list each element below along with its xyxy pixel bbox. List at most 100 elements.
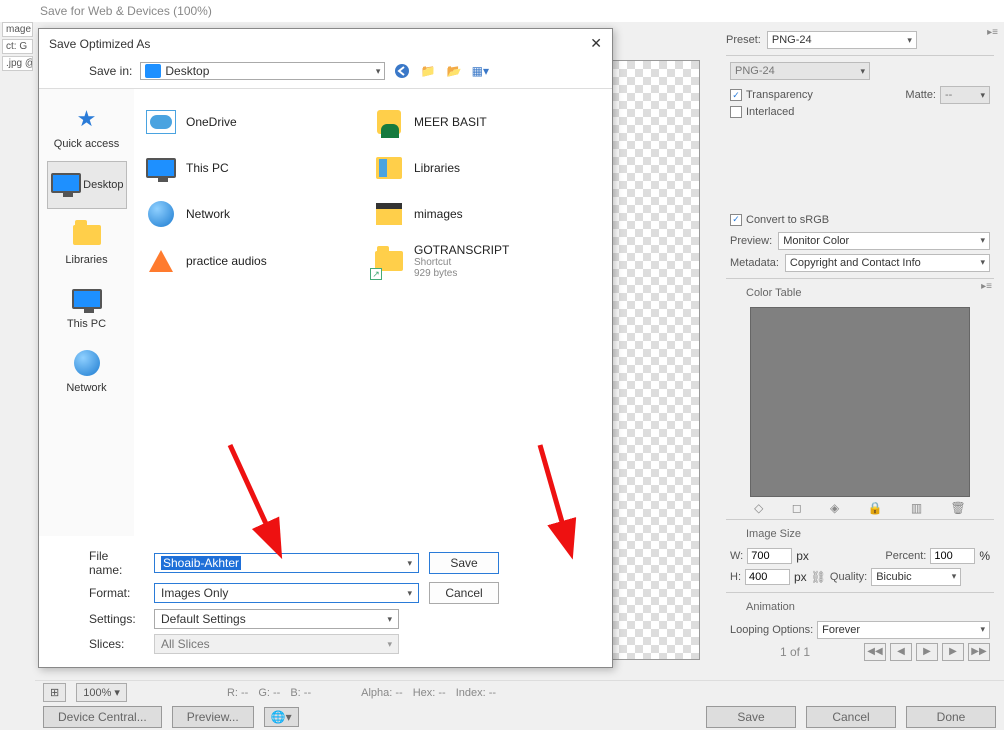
sidebar-item-desktop[interactable]: Desktop [47, 161, 127, 209]
prev-frame-button[interactable]: ◀ [890, 643, 912, 661]
star-icon: ★ [68, 104, 106, 134]
convert-srgb-checkbox[interactable]: ✓Convert to sRGB [730, 214, 829, 226]
stat-alpha: Alpha: -- [361, 687, 403, 699]
dialog-bottom: File name: Shoaib-Akhter▾ Save Format: I… [39, 536, 612, 667]
sidebar-item-label: Network [50, 382, 124, 394]
sidebar-item-this-pc[interactable]: This PC [47, 277, 127, 337]
view-menu-icon[interactable]: ▦▾ [471, 62, 489, 80]
stat-index: Index: -- [456, 687, 496, 699]
file-item[interactable]: This PC [144, 151, 364, 185]
left-strip-item: ct: G [2, 39, 33, 54]
new-folder-icon[interactable]: 📂 [445, 62, 463, 80]
file-label: MEER BASIT [414, 115, 487, 129]
left-strip-item: .jpg @ [2, 56, 33, 71]
frame-indicator: 1 of 1 [730, 645, 860, 659]
width-input[interactable] [747, 548, 792, 564]
save-in-label: Save in: [89, 64, 132, 78]
file-label: Network [186, 207, 230, 221]
settings-select[interactable]: Default Settings▾ [154, 609, 399, 629]
link-icon[interactable]: ⛓ [811, 570, 826, 584]
format-section: PNG-24▾ ✓Transparency Matte: --▾ Interla… [726, 55, 994, 278]
metadata-select[interactable]: Copyright and Contact Info▾ [785, 254, 990, 272]
sidebar-item-label: Libraries [50, 254, 124, 266]
ct-icon[interactable]: ◇ [754, 501, 763, 515]
user-icon [372, 105, 406, 139]
cancel-button-outer[interactable]: Cancel [806, 706, 896, 728]
dialog-title: Save Optimized As [49, 37, 150, 51]
save-in-select[interactable]: Desktop ▾ [140, 62, 385, 80]
annotation-arrow-save [530, 440, 600, 573]
height-input[interactable] [745, 569, 790, 585]
last-frame-button[interactable]: ▶▶ [968, 643, 990, 661]
color-table-menu-icon[interactable]: ▸≡ [981, 281, 992, 292]
settings-label: Settings: [49, 612, 144, 626]
cancel-button[interactable]: Cancel [429, 582, 499, 604]
file-item[interactable]: Libraries [372, 151, 592, 185]
zoom-select[interactable]: 100% ▾ [76, 683, 127, 702]
color-table-grid [750, 307, 970, 497]
done-button[interactable]: Done [906, 706, 996, 728]
next-frame-button[interactable]: ▶ [942, 643, 964, 661]
sidebar-item-label: Quick access [50, 138, 124, 150]
color-table-section: Color Table ▸≡ ◇ ◻ ◈ 🔒 ▥ 🗑 [726, 278, 994, 519]
file-format-select[interactable]: PNG-24▾ [730, 62, 870, 80]
px-label: px [794, 570, 807, 584]
height-label: H: [730, 571, 741, 583]
ct-icon[interactable]: 🔒 [868, 501, 883, 515]
preview-button[interactable]: Preview... [172, 706, 254, 728]
stat-b: B: -- [290, 687, 311, 699]
device-central-button[interactable]: Device Central... [43, 706, 162, 728]
status-bar: ⊞ 100% ▾ R: -- G: -- B: -- Alpha: -- Hex… [35, 680, 1004, 728]
first-frame-button[interactable]: ◀◀ [864, 643, 886, 661]
matte-select[interactable]: --▾ [940, 86, 990, 104]
file-item[interactable]: Network [144, 197, 364, 231]
file-sub: 929 bytes [414, 268, 509, 279]
preview-select[interactable]: Monitor Color▾ [778, 232, 990, 250]
loop-select[interactable]: Forever▾ [817, 621, 990, 639]
file-label: GOTRANSCRIPT [414, 243, 509, 257]
image-size-title: Image Size [742, 528, 805, 540]
ct-icon[interactable]: ◈ [830, 501, 839, 515]
save-as-dialog: Save Optimized As ✕ Save in: Desktop ▾ 📁… [38, 28, 613, 668]
sidebar-item-libraries[interactable]: Libraries [47, 213, 127, 273]
save-button[interactable]: Save [429, 552, 499, 574]
sidebar-item-network[interactable]: Network [47, 341, 127, 401]
onedrive-icon [144, 105, 178, 139]
file-item[interactable]: OneDrive [144, 105, 364, 139]
animation-title: Animation [742, 601, 799, 613]
width-label: W: [730, 550, 743, 562]
play-button[interactable]: ▶ [916, 643, 938, 661]
back-icon[interactable] [393, 62, 411, 80]
file-item[interactable]: ↗GOTRANSCRIPTShortcut929 bytes [372, 243, 592, 279]
preset-select[interactable]: PNG-24▾ [767, 31, 917, 49]
transparency-checkbox[interactable]: ✓Transparency [730, 89, 813, 101]
ct-icon[interactable]: ▥ [911, 501, 922, 515]
ct-icon[interactable]: ◻ [792, 501, 802, 515]
interlaced-checkbox[interactable]: Interlaced [730, 106, 794, 118]
format-select[interactable]: Images Only▾ [154, 583, 419, 603]
sidebar-item-quick-access[interactable]: ★ Quick access [47, 97, 127, 157]
file-item[interactable]: mimages [372, 197, 592, 231]
slices-select[interactable]: All Slices▾ [154, 634, 399, 654]
grid-toggle-button[interactable]: ⊞ [43, 683, 66, 702]
file-item[interactable]: practice audios [144, 243, 364, 279]
close-icon[interactable]: ✕ [590, 35, 602, 52]
up-icon[interactable]: 📁 [419, 62, 437, 80]
quality-select[interactable]: Bicubic▾ [871, 568, 961, 586]
percent-input[interactable] [930, 548, 975, 564]
save-button-outer[interactable]: Save [706, 706, 796, 728]
lib-icon [372, 151, 406, 185]
ct-icon[interactable]: 🗑 [951, 501, 966, 515]
preview-checkerboard [610, 60, 700, 660]
percent-label: Percent: [885, 550, 926, 562]
panel-menu-icon[interactable]: ▸≡ [987, 27, 998, 38]
quality-label: Quality: [830, 571, 867, 583]
globe-icon [68, 348, 106, 378]
browser-preview-button[interactable]: 🌐▾ [264, 707, 299, 727]
file-label: OneDrive [186, 115, 237, 129]
options-panel: Preset: PNG-24▾ ▸≡ PNG-24▾ ✓Transparency… [720, 25, 1000, 678]
file-item[interactable]: MEER BASIT [372, 105, 592, 139]
file-label: mimages [414, 207, 463, 221]
file-label: Libraries [414, 161, 460, 175]
preview-label: Preview: [730, 235, 772, 247]
